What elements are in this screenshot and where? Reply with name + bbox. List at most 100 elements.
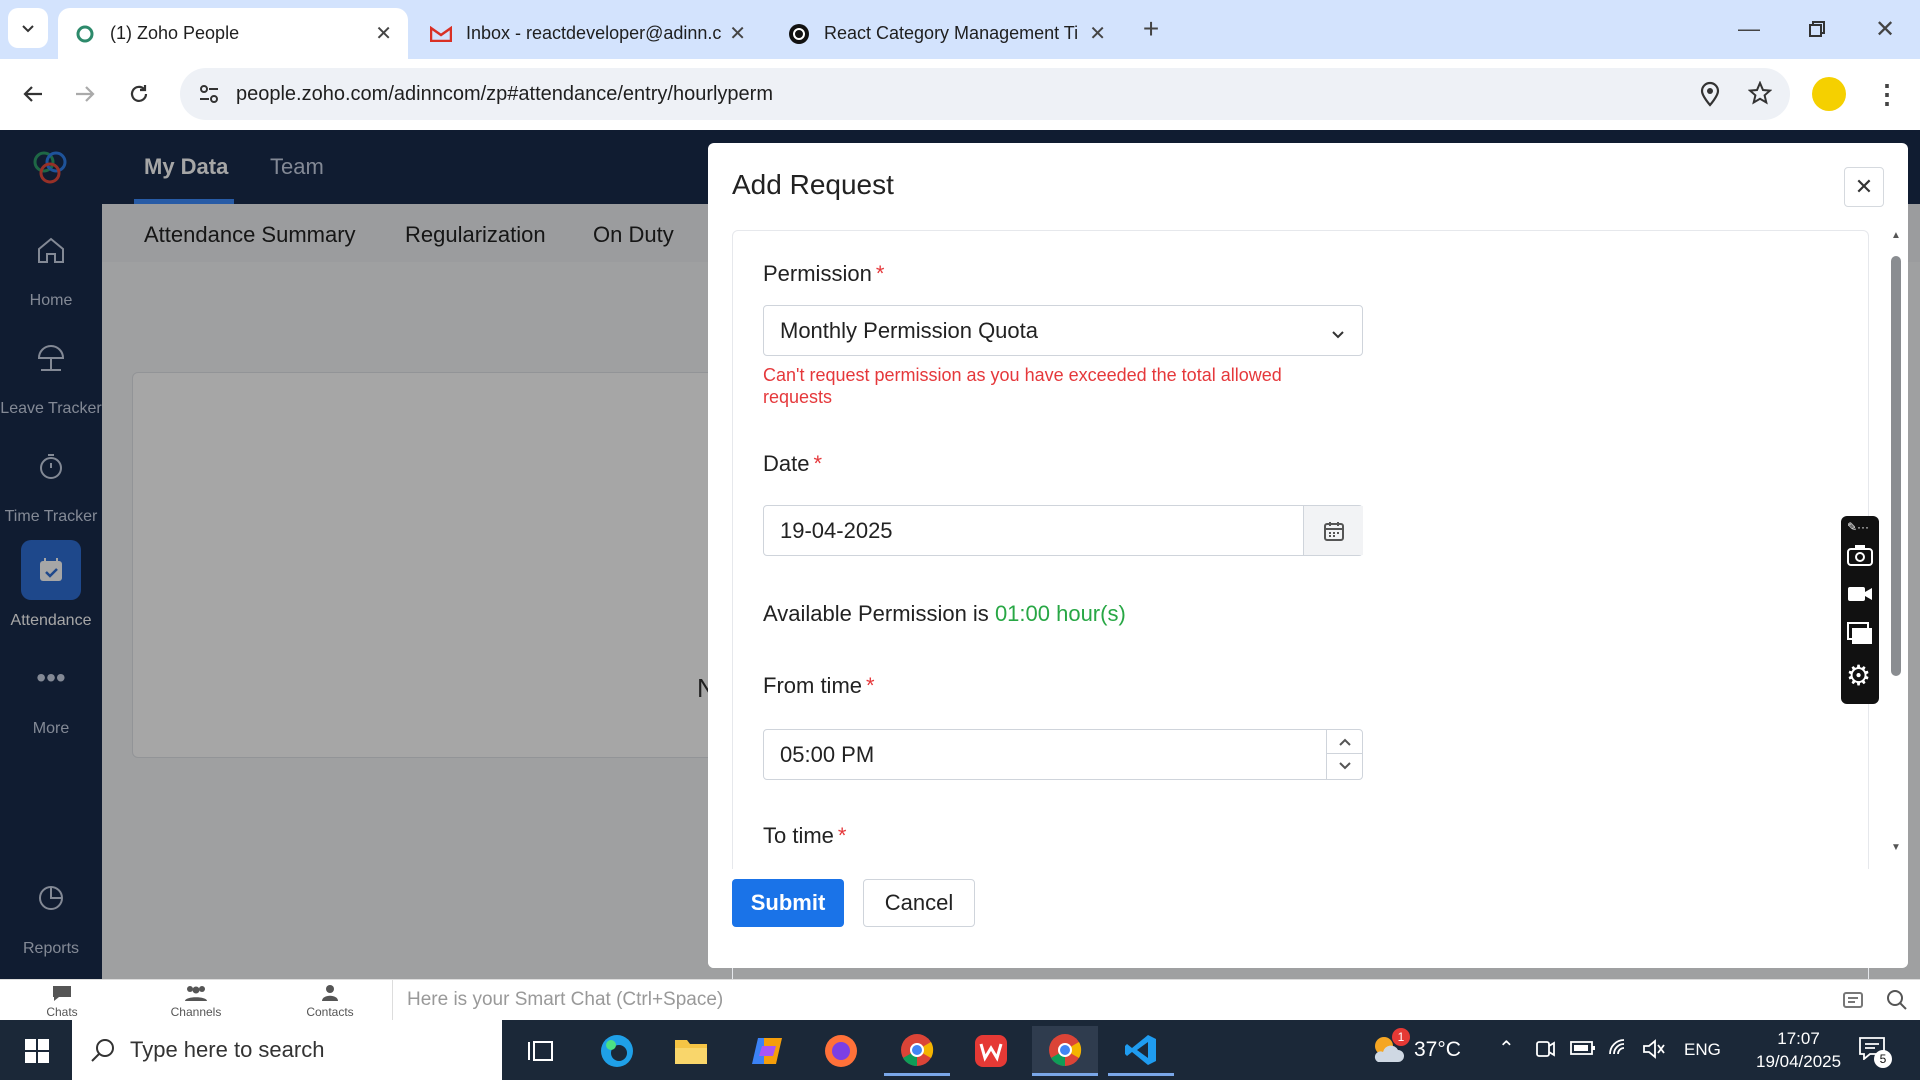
modal-scrollbar[interactable]: ▲ ▼ [1888,230,1904,860]
window-capture-icon[interactable] [1847,622,1873,651]
notification-icon[interactable]: 5 [1858,1036,1892,1068]
meet-now-icon[interactable] [1534,1038,1556,1065]
to-time-label: To time * [763,823,846,849]
permission-select[interactable]: Monthly Permission Quota [763,305,1363,356]
profile-avatar[interactable] [1812,77,1846,111]
people-group-icon [185,986,207,1001]
contacts-button[interactable]: Contacts [300,984,360,1019]
scroll-up-icon[interactable]: ▲ [1891,230,1901,241]
submit-button[interactable]: Submit [732,879,844,927]
clock-time: 17:07 [1777,1029,1820,1048]
url-text: people.zoho.com/adinncom/zp#attendance/e… [236,82,773,105]
address-bar[interactable]: people.zoho.com/adinncom/zp#attendance/e… [180,68,1790,120]
wps-office-icon[interactable] [958,1026,1024,1076]
modal-close-button[interactable]: ✕ [1844,167,1884,207]
tab-search-icon[interactable] [8,8,48,48]
edge-browser-icon[interactable] [584,1026,650,1076]
copilot-icon[interactable] [734,1026,800,1076]
camera-icon[interactable] [1847,544,1873,571]
from-time-label-text: From time [763,673,862,698]
file-explorer-icon[interactable] [658,1026,724,1076]
from-time-input[interactable]: 05:00 PM [763,729,1363,780]
available-value: 01:00 hour(s) [994,601,1126,626]
reload-icon[interactable] [118,73,160,115]
chat-bubble-icon [53,986,71,1001]
date-input-value: 19-04-2025 [780,517,893,543]
openai-icon [788,23,810,45]
volume-muted-icon[interactable] [1642,1038,1666,1065]
permission-select-value: Monthly Permission Quota [780,317,1038,343]
time-stepper[interactable] [1326,730,1362,779]
back-icon[interactable] [12,73,54,115]
scrollbar-thumb[interactable] [1891,256,1901,676]
tab-react-category[interactable]: React Category Management Ti ✕ [772,8,1122,59]
tab-zoho-people[interactable]: (1) Zoho People ✕ [58,8,408,59]
chevron-down-icon[interactable] [1327,754,1362,778]
weather-icon[interactable]: 1 [1370,1028,1410,1071]
widget-menu-icon[interactable]: ✎··· [1847,520,1869,534]
language-indicator[interactable]: ENG [1684,1040,1721,1060]
date-input[interactable]: 19-04-2025 [763,505,1363,556]
chevron-up-icon[interactable] [1327,730,1362,754]
chrome-profile-icon[interactable] [884,1026,950,1076]
vscode-icon[interactable] [1108,1026,1174,1076]
permission-label-text: Permission [763,261,872,286]
clock-date: 19/04/2025 [1756,1052,1842,1071]
required-mark: * [866,673,875,698]
close-tab-icon[interactable]: ✕ [375,21,392,46]
taskbar-search-placeholder: Type here to search [130,1037,325,1062]
bookmark-star-icon[interactable] [1747,80,1773,111]
location-icon[interactable] [1700,81,1720,113]
restore-icon[interactable] [1796,8,1838,50]
temperature-text: 37°C [1414,1038,1461,1061]
gmail-icon [430,23,452,45]
contacts-label: Contacts [306,1005,354,1019]
calendar-picker-button[interactable] [1303,506,1363,555]
browser-menu-icon[interactable]: ⋮ [1866,73,1908,115]
chat-search-icon[interactable] [1886,989,1908,1016]
permission-error-text: Can't request permission as you have exc… [763,365,1282,407]
required-mark: * [813,451,823,476]
video-camera-icon[interactable] [1847,584,1873,609]
tab-label: React Category Management Ti [824,23,1079,43]
available-prefix: Available Permission is [763,601,989,626]
calendar-icon [1323,521,1344,541]
weather-badge: 1 [1392,1028,1410,1046]
site-info-icon[interactable] [198,83,220,111]
from-time-value: 05:00 PM [780,741,875,767]
window-close-icon[interactable]: ✕ [1864,8,1906,50]
windows-start-icon[interactable] [4,1026,70,1076]
cancel-button[interactable]: Cancel [863,879,975,927]
chat-history-icon[interactable] [1842,990,1864,1015]
close-tab-icon[interactable]: ✕ [729,21,746,46]
capture-widget: ✎··· ⚙ [1841,516,1879,704]
chats-button[interactable]: Chats [40,984,84,1019]
clock[interactable]: 17:07 19/04/2025 [1756,1027,1841,1073]
wifi-icon[interactable] [1608,1036,1632,1063]
search-icon [90,1037,116,1069]
to-time-label-text: To time [763,823,834,848]
smart-chat-input[interactable]: Here is your Smart Chat (Ctrl+Space) [392,980,1832,1020]
tab-gmail-inbox[interactable]: Inbox - reactdeveloper@adinn.c ✕ [414,8,762,59]
scroll-down-icon[interactable]: ▼ [1891,842,1901,853]
chats-label: Chats [46,1005,78,1019]
chevron-down-icon [1330,322,1346,348]
windows-taskbar: Type here to search 1 37°C ⌃ ENG 17:07 1… [0,1020,1920,1080]
minimize-icon[interactable]: — [1728,8,1770,50]
channels-button[interactable]: Channels [163,984,229,1019]
tray-expand-icon[interactable]: ⌃ [1498,1036,1515,1061]
chrome-icon[interactable] [1032,1026,1098,1076]
forward-icon[interactable] [64,73,106,115]
tab-label: Inbox - reactdeveloper@adinn.c [466,23,722,43]
taskbar-search-box[interactable]: Type here to search [72,1020,502,1080]
permission-label: Permission * [763,261,884,287]
firefox-icon[interactable] [808,1026,874,1076]
task-view-icon[interactable] [508,1026,574,1076]
browser-toolbar: people.zoho.com/adinncom/zp#attendance/e… [0,59,1920,130]
close-tab-icon[interactable]: ✕ [1089,21,1106,46]
contact-person-icon [322,985,338,1001]
battery-icon[interactable] [1570,1040,1596,1061]
modal-footer: Submit Cancel [708,869,1908,968]
settings-gear-icon[interactable]: ⚙ [1846,662,1871,690]
new-tab-icon[interactable]: + [1130,8,1172,50]
